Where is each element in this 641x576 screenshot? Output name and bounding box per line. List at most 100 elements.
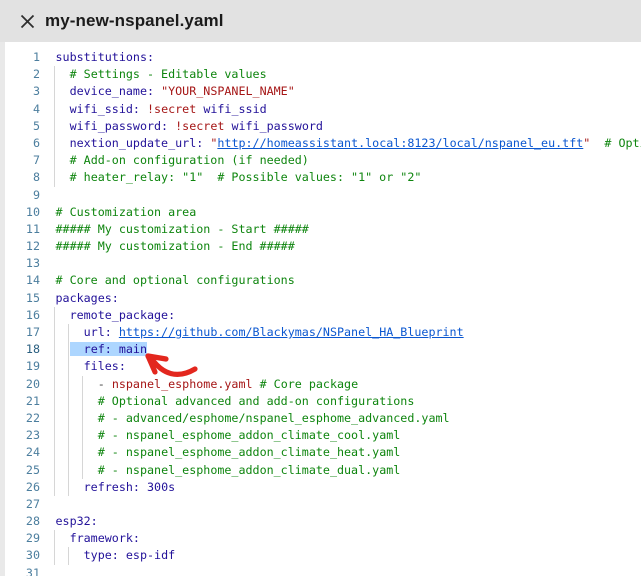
code-line[interactable]: 13 xyxy=(0,255,641,272)
token-cmt: # Optional advanced and add-on configura… xyxy=(98,394,415,408)
indent-guide xyxy=(54,324,55,341)
line-number: 28 xyxy=(0,513,40,530)
code-line[interactable]: 6 nextion_update_url: "http://homeassist… xyxy=(0,135,641,152)
indent-guide xyxy=(54,393,55,410)
token-pln xyxy=(112,325,119,339)
indent-guide xyxy=(68,393,69,410)
token-pln xyxy=(119,548,126,562)
line-number: 12 xyxy=(0,238,40,255)
code-line[interactable]: 15packages: xyxy=(0,290,641,307)
line-number: 22 xyxy=(0,410,40,427)
close-icon[interactable] xyxy=(19,13,35,29)
code-text: substitutions: xyxy=(40,49,154,66)
code-text: # - advanced/esphome/nspanel_esphome_adv… xyxy=(40,410,450,427)
indent-guide xyxy=(68,376,69,393)
line-number: 13 xyxy=(0,255,40,272)
code-text: nextion_update_url: "http://homeassistan… xyxy=(40,135,641,152)
token-pln xyxy=(56,463,98,477)
indent-guide xyxy=(54,118,55,135)
line-number: 8 xyxy=(0,169,40,186)
indent-guide xyxy=(82,376,83,393)
token-key: substitutions: xyxy=(56,50,155,64)
code-editor[interactable]: 1 substitutions: 2 # Settings - Editable v… xyxy=(0,42,641,576)
token-pln xyxy=(56,153,70,167)
code-text xyxy=(40,187,56,204)
code-line[interactable]: 7 # Add-on configuration (if needed) xyxy=(0,152,641,169)
line-number: 1 xyxy=(0,49,40,66)
code-text: device_name: "YOUR_NSPANEL_NAME" xyxy=(40,83,295,100)
indent-guide xyxy=(54,479,55,496)
code-text: wifi_ssid: !secret wifi_ssid xyxy=(40,101,267,118)
token-cmt: # Optional xyxy=(604,136,641,150)
line-number: 2 xyxy=(0,66,40,83)
indent-guide xyxy=(82,427,83,444)
token-pln xyxy=(140,480,147,494)
token-tag: !secret xyxy=(175,119,224,133)
token-pln xyxy=(590,136,604,150)
indent-guide xyxy=(54,376,55,393)
code-line[interactable]: 24 # - nspanel_esphome_addon_climate_hea… xyxy=(0,444,641,461)
token-punct: - xyxy=(98,377,112,391)
selected-text: ref: xyxy=(84,342,112,356)
code-line[interactable]: 1 substitutions: xyxy=(0,49,641,66)
code-line[interactable]: 19 files: xyxy=(0,358,641,375)
code-line[interactable]: 14# Core and optional configurations xyxy=(0,272,641,289)
token-pln xyxy=(56,377,98,391)
indent-guide xyxy=(54,101,55,118)
code-text: packages: xyxy=(40,290,119,307)
token-tag: !secret xyxy=(147,102,196,116)
code-line[interactable]: 25 # - nspanel_esphome_addon_climate_dua… xyxy=(0,462,641,479)
indent-guide xyxy=(82,393,83,410)
code-line[interactable]: 16 remote_package: xyxy=(0,307,641,324)
line-number: 9 xyxy=(0,187,40,204)
code-line[interactable]: 23 # - nspanel_esphome_addon_climate_coo… xyxy=(0,427,641,444)
line-number: 4 xyxy=(0,101,40,118)
code-text: files: xyxy=(40,358,126,375)
code-line[interactable]: 28 esp32: xyxy=(0,513,641,530)
line-number: 16 xyxy=(0,307,40,324)
token-key: nextion_update_url: xyxy=(56,136,204,150)
token-cmt: # Core and optional configurations xyxy=(56,273,295,287)
selected-text xyxy=(70,342,84,356)
code-line[interactable]: 3 device_name: "YOUR_NSPANEL_NAME" xyxy=(0,83,641,100)
line-number: 5 xyxy=(0,118,40,135)
code-line[interactable]: 5 wifi_password: !secret wifi_password xyxy=(0,118,641,135)
selected-text xyxy=(112,342,119,356)
selected-text: main xyxy=(119,342,147,356)
code-line[interactable]: 27 xyxy=(0,496,641,513)
indent-guide xyxy=(82,444,83,461)
token-cmt: # - nspanel_esphome_addon_climate_cool.y… xyxy=(98,428,401,442)
indent-guide xyxy=(54,83,55,100)
code-line[interactable]: 30 type: esp-idf xyxy=(0,547,641,564)
code-line[interactable]: 20 - nspanel_esphome.yaml # Core package xyxy=(0,376,641,393)
code-line[interactable]: 22 # - advanced/esphome/nspanel_esphome_… xyxy=(0,410,641,427)
token-pln xyxy=(140,102,147,116)
code-line[interactable]: 4 wifi_ssid: !secret wifi_ssid xyxy=(0,101,641,118)
line-number: 30 xyxy=(0,547,40,564)
code-line[interactable]: 9 xyxy=(0,187,641,204)
line-number: 26 xyxy=(0,479,40,496)
code-line[interactable]: 21 # Optional advanced and add-on config… xyxy=(0,393,641,410)
code-text: # Add-on configuration (if needed) xyxy=(40,152,309,169)
token-cmt: # - nspanel_esphome_addon_climate_dual.y… xyxy=(98,463,401,477)
token-pln xyxy=(56,67,70,81)
code-line[interactable]: 2 # Settings - Editable values xyxy=(0,66,641,83)
code-line[interactable]: 31 xyxy=(0,565,641,576)
code-line[interactable]: 11##### My customization - Start ##### xyxy=(0,221,641,238)
indent-guide xyxy=(68,324,69,341)
code-line[interactable]: 8 # heater_relay: "1" # Possible values:… xyxy=(0,169,641,186)
indent-guide xyxy=(68,427,69,444)
code-line[interactable]: 17 url: https://github.com/Blackymas/NSP… xyxy=(0,324,641,341)
line-number: 17 xyxy=(0,324,40,341)
indent-guide xyxy=(54,169,55,186)
token-cmt: # - nspanel_esphome_addon_climate_heat.y… xyxy=(98,445,401,459)
code-line[interactable]: 29 framework: xyxy=(0,530,641,547)
code-line[interactable]: 26 refresh: 300s xyxy=(0,479,641,496)
code-line[interactable]: 12 ##### My customization - End ##### xyxy=(0,238,641,255)
indent-guide xyxy=(68,462,69,479)
token-key: esp32: xyxy=(56,514,98,528)
code-line[interactable]: 18 ref: main xyxy=(0,341,641,358)
code-line[interactable]: 10# Customization area xyxy=(0,204,641,221)
code-text xyxy=(40,255,56,272)
token-cmt: ##### My customization - End ##### xyxy=(56,239,295,253)
